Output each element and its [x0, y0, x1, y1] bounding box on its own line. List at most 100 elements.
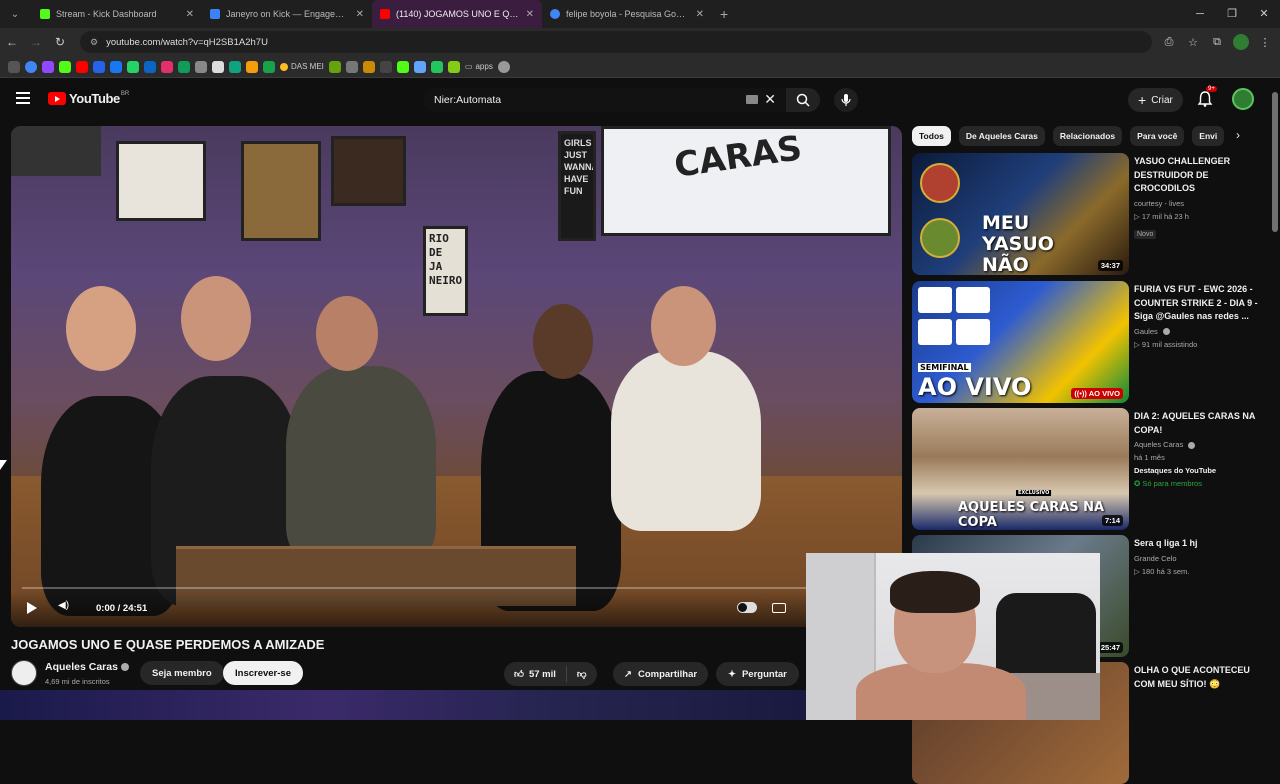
bookmark-orange-icon[interactable]	[246, 60, 258, 73]
subtitles-icon[interactable]	[772, 603, 786, 613]
related-title[interactable]: DIA 2: AQUELES CARAS NA COPA!	[1134, 410, 1259, 437]
account-avatar[interactable]	[1232, 88, 1254, 110]
related-video-item[interactable]: SEMIFINAL AO VIVO ((•)) AO VIVO FURIA VS…	[912, 281, 1262, 403]
guide-menu-icon[interactable]	[16, 92, 30, 104]
voice-search-button[interactable]	[834, 88, 858, 112]
autoplay-toggle[interactable]	[737, 602, 757, 613]
forward-icon[interactable]: →	[24, 35, 48, 49]
join-button[interactable]: Seja membro	[140, 661, 224, 685]
tab-close-icon[interactable]: ✕	[696, 9, 704, 20]
related-title[interactable]: YASUO CHALLENGER DESTRUIDOR DE CROCODILO…	[1134, 155, 1259, 196]
related-channel[interactable]: Gaules	[1134, 325, 1259, 338]
bookmark-kick-icon[interactable]	[59, 60, 71, 73]
dislike-button[interactable]: 👎︎	[567, 666, 597, 682]
bookmark-twitch-icon[interactable]	[42, 60, 54, 73]
bookmark-bar-icon[interactable]	[379, 60, 392, 73]
bookmark-globe-icon[interactable]	[497, 60, 510, 73]
video-thumbnail[interactable]: MEU YASUO NÃO PERDE 34:37	[912, 153, 1129, 275]
bookmark-das-mei[interactable]: DAS MEI	[280, 62, 324, 71]
bookmark-k-icon[interactable]	[396, 60, 409, 73]
video-player[interactable]: RIO DE JA NEIRO GIRLS JUST WANNA HAVE FU…	[11, 126, 902, 627]
bookmark-facebook-icon[interactable]	[110, 60, 122, 73]
channel-avatar[interactable]	[11, 660, 37, 686]
bookmark-star-icon[interactable]: ☆	[1184, 33, 1202, 51]
search-input[interactable]: Nier:Automata ✕	[424, 88, 786, 112]
chip-uploaded[interactable]: Envi	[1192, 126, 1225, 146]
related-title[interactable]: OLHA O QUE ACONTECEU COM MEU SÍTIO! 😳	[1134, 664, 1259, 691]
profile-avatar[interactable]	[1232, 33, 1250, 51]
site-info-icon[interactable]: ⚙	[90, 37, 98, 48]
bookmark-d-icon[interactable]	[93, 60, 105, 73]
like-button[interactable]: 👍︎ 57 mil	[504, 666, 567, 682]
bookmark-square-icon[interactable]	[362, 60, 375, 73]
chevron-right-icon[interactable]: ›	[1236, 128, 1240, 142]
tab-search-icon[interactable]: ⌄	[4, 3, 26, 25]
bookmark-chart-icon[interactable]	[430, 60, 443, 73]
related-channel[interactable]: Grande Celo	[1134, 552, 1259, 565]
minimize-icon[interactable]: ─	[1184, 0, 1216, 28]
browser-tab-google[interactable]: felipe boyola - Pesquisa Google ✕	[542, 0, 712, 28]
bookmark-sheets-icon[interactable]	[178, 60, 190, 73]
related-channel[interactable]: Aqueles Caras	[1134, 438, 1259, 451]
install-app-icon[interactable]: ⎙	[1160, 33, 1178, 51]
clear-search-icon[interactable]: ✕	[764, 91, 776, 108]
bookmark-chat-icon[interactable]	[447, 60, 460, 73]
highlight-label[interactable]: Destaques do YouTube	[1134, 464, 1259, 477]
bookmark-chatgpt-icon[interactable]	[212, 60, 224, 73]
related-title[interactable]: Sera q liga 1 hj	[1134, 537, 1259, 551]
bookmark-star-icon[interactable]	[195, 60, 207, 73]
keyboard-icon[interactable]	[746, 95, 758, 104]
bookmark-green-icon[interactable]	[229, 60, 241, 73]
related-title[interactable]: FURIA VS FUT - EWC 2026 - COUNTER STRIKE…	[1134, 283, 1259, 324]
related-channel[interactable]: courtesy - lives	[1134, 197, 1259, 210]
scrollbar-thumb[interactable]	[1272, 92, 1278, 232]
back-icon[interactable]: ←	[0, 35, 24, 49]
bookmark-youtube-icon[interactable]	[76, 60, 88, 73]
video-thumbnail[interactable]: SEMIFINAL AO VIVO ((•)) AO VIVO	[912, 281, 1129, 403]
video-thumbnail[interactable]: EXCLUSIVO AQUELES CARAS NA COPA 7:14	[912, 408, 1129, 530]
bookmark-folder-apps[interactable]: ▭ apps	[465, 62, 493, 71]
share-button[interactable]: ↗ Compartilhar	[613, 662, 709, 686]
restore-icon[interactable]: ❐	[1216, 0, 1248, 28]
notifications-bell-icon[interactable]	[1196, 90, 1214, 108]
channel-name[interactable]: Aqueles Caras	[45, 661, 129, 673]
video-progress-bar[interactable]	[22, 587, 891, 589]
scene-tv: CARAS	[601, 126, 891, 236]
volume-icon[interactable]: ◀)	[58, 600, 72, 614]
folder-icon: ▭	[464, 62, 473, 71]
bookmark-n-icon[interactable]	[263, 60, 275, 73]
bookmark-leaf-icon[interactable]	[328, 60, 341, 73]
bookmark-google-icon[interactable]	[25, 60, 37, 73]
search-button[interactable]	[786, 88, 820, 112]
url-field[interactable]: ⚙ youtube.com/watch?v=qH2SB1A2h7U	[80, 31, 1152, 53]
chip-all[interactable]: Todos	[912, 126, 951, 146]
bookmark-instagram-icon[interactable]	[161, 60, 173, 73]
chip-for-you[interactable]: Para você	[1130, 126, 1185, 146]
browser-tab-engagement[interactable]: Janeyro on Kick — Engagement ✕	[202, 0, 372, 28]
new-tab-button[interactable]: +	[720, 6, 728, 22]
bookmark-game-icon[interactable]	[345, 60, 358, 73]
browser-tab-kick[interactable]: Stream - Kick Dashboard ✕	[32, 0, 202, 28]
browser-menu-icon[interactable]: ⋮	[1256, 33, 1274, 51]
related-video-item[interactable]: MEU YASUO NÃO PERDE 34:37 YASUO CHALLENG…	[912, 153, 1262, 275]
play-icon[interactable]	[27, 602, 37, 614]
tab-close-icon[interactable]: ✕	[356, 9, 364, 20]
chip-related[interactable]: Relacionados	[1052, 126, 1123, 146]
tab-close-icon[interactable]: ✕	[526, 9, 534, 20]
extensions-icon[interactable]: ⧉	[1208, 33, 1226, 51]
create-button[interactable]: + Criar	[1128, 88, 1183, 112]
chip-channel[interactable]: De Aqueles Caras	[958, 126, 1045, 146]
apps-grid-icon[interactable]	[8, 60, 20, 73]
ask-button[interactable]: ✦ Perguntar	[716, 662, 799, 686]
bookmark-linkedin-icon[interactable]	[144, 60, 156, 73]
related-video-item[interactable]: EXCLUSIVO AQUELES CARAS NA COPA 7:14 DIA…	[912, 408, 1262, 530]
youtube-logo[interactable]: YouTube BR	[48, 91, 129, 106]
page-scrollbar[interactable]	[1270, 80, 1280, 720]
close-window-icon[interactable]: ✕	[1248, 0, 1280, 28]
bookmark-whatsapp-icon[interactable]	[127, 60, 139, 73]
bookmark-cloud-icon[interactable]	[413, 60, 426, 73]
subscribe-button[interactable]: Inscrever-se	[223, 661, 303, 685]
browser-tab-youtube[interactable]: (1140) JOGAMOS UNO E QUASE ✕	[372, 0, 542, 28]
reload-icon[interactable]: ↻	[48, 35, 72, 49]
tab-close-icon[interactable]: ✕	[186, 9, 194, 20]
